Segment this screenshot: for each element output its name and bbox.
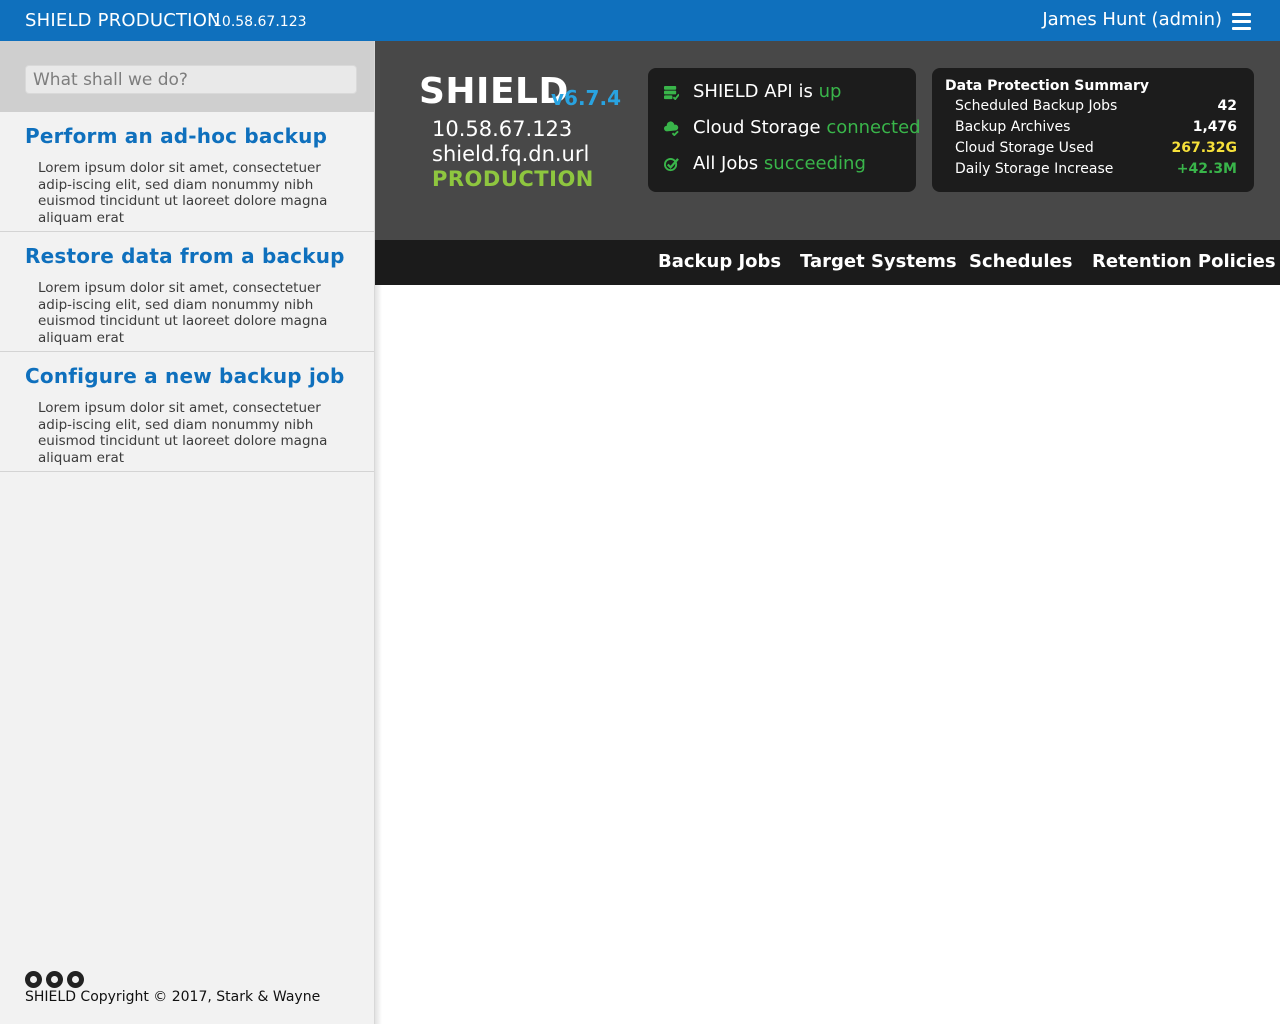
- summary-row: Scheduled Backup Jobs 42: [955, 98, 1237, 118]
- tab-target-systems[interactable]: Target Systems: [800, 251, 957, 272]
- jobs-status-value: succeeding: [763, 153, 866, 174]
- cloud-check-icon: [664, 121, 679, 136]
- jobs-status-label: All Jobs: [693, 153, 759, 174]
- social-links: [25, 971, 88, 988]
- hamburger-menu-icon[interactable]: [1232, 13, 1251, 30]
- host-ip: 10.58.67.123: [432, 117, 573, 141]
- action-description: Lorem ipsum dolor sit amet, consectetuer…: [38, 400, 328, 466]
- action-title[interactable]: Perform an ad-hoc backup: [25, 124, 354, 148]
- tab-retention-policies[interactable]: Retention Policies: [1092, 251, 1276, 272]
- app-title: SHIELD: [419, 71, 569, 112]
- check-circle-icon: [664, 157, 679, 172]
- summary-value: 267.32G: [1171, 140, 1237, 156]
- slack-icon[interactable]: [46, 971, 63, 988]
- storage-status-value: connected: [826, 117, 921, 138]
- action-description: Lorem ipsum dolor sit amet, consectetuer…: [38, 160, 328, 226]
- dashboard-header: SHIELD v6.7.4 10.58.67.123 shield.fq.dn.…: [375, 41, 1280, 240]
- twitter-icon[interactable]: [67, 971, 84, 988]
- summary-label: Scheduled Backup Jobs: [955, 98, 1118, 114]
- api-status-label: SHIELD API is: [693, 81, 813, 102]
- environment-label: PRODUCTION: [432, 167, 594, 191]
- summary-row: Cloud Storage Used 267.32G: [955, 140, 1237, 160]
- search-input[interactable]: [25, 65, 357, 94]
- storage-status-label: Cloud Storage: [693, 117, 821, 138]
- user-menu-label[interactable]: James Hunt (admin): [1042, 9, 1222, 30]
- sidebar: Perform an ad-hoc backup Lorem ipsum dol…: [0, 41, 375, 1024]
- copyright-text: SHIELD Copyright © 2017, Stark & Wayne: [25, 989, 321, 1005]
- brand-title[interactable]: SHIELD PRODUCTION: [25, 10, 221, 31]
- action-restore-backup[interactable]: Restore data from a backup Lorem ipsum d…: [0, 232, 374, 352]
- summary-row: Daily Storage Increase +42.3M: [955, 161, 1237, 181]
- tab-schedules[interactable]: Schedules: [969, 251, 1072, 272]
- summary-value: 1,476: [1192, 119, 1237, 135]
- content-shadow: [375, 285, 382, 1024]
- github-icon[interactable]: [25, 971, 42, 988]
- top-bar: SHIELD PRODUCTION 10.58.67.123 James Hun…: [0, 0, 1280, 41]
- version-label: v6.7.4: [551, 86, 621, 110]
- summary-value: 42: [1217, 98, 1237, 114]
- action-adhoc-backup[interactable]: Perform an ad-hoc backup Lorem ipsum dol…: [0, 112, 374, 232]
- data-protection-summary: Data Protection Summary Scheduled Backup…: [932, 68, 1254, 192]
- server-check-icon: [664, 85, 679, 100]
- summary-label: Backup Archives: [955, 119, 1071, 135]
- summary-value: +42.3M: [1176, 161, 1237, 177]
- api-status-value: up: [818, 81, 842, 102]
- status-panel: SHIELD API is up Cloud Storage connected…: [648, 68, 921, 192]
- brand-ip: 10.58.67.123: [213, 14, 307, 30]
- main-nav: Backup Jobs Target Systems Schedules Ret…: [375, 240, 1280, 285]
- action-title[interactable]: Restore data from a backup: [25, 244, 354, 268]
- summary-label: Daily Storage Increase: [955, 161, 1114, 177]
- summary-title: Data Protection Summary: [945, 78, 1150, 94]
- tab-backup-jobs[interactable]: Backup Jobs: [658, 251, 781, 272]
- summary-label: Cloud Storage Used: [955, 140, 1094, 156]
- action-title[interactable]: Configure a new backup job: [25, 364, 354, 388]
- action-description: Lorem ipsum dolor sit amet, consectetuer…: [38, 280, 328, 346]
- search-area: [0, 41, 374, 112]
- action-configure-job[interactable]: Configure a new backup job Lorem ipsum d…: [0, 352, 374, 472]
- summary-row: Backup Archives 1,476: [955, 119, 1237, 139]
- host-name: shield.fq.dn.url: [432, 142, 590, 166]
